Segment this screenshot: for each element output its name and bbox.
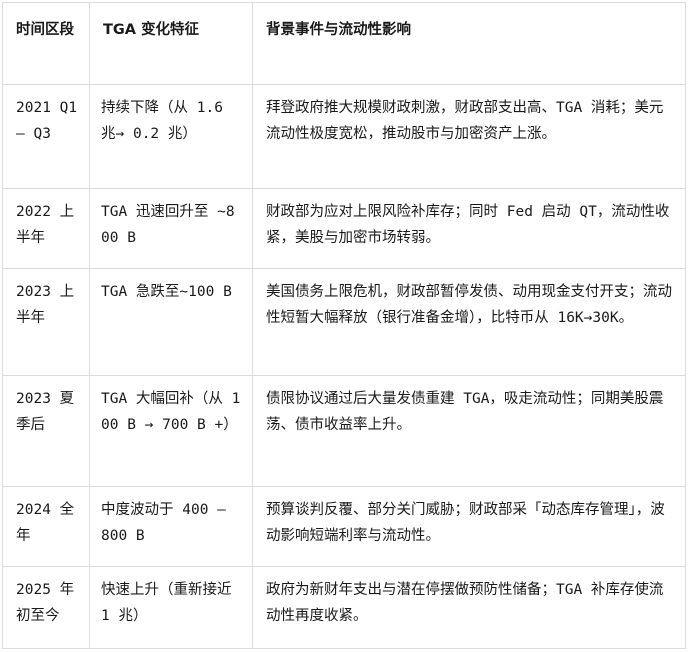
cell-period: 2023 上半年 — [2, 268, 90, 376]
cell-period: 2024 全年 — [2, 486, 90, 567]
table-row: 2023 夏季后 TGA 大幅回补（从 100 B → 700 B +） 债限协… — [2, 375, 686, 487]
header-tga: TGA 变化特征 — [89, 2, 253, 85]
cell-tga: 快速上升（重新接近 1 兆） — [89, 566, 253, 649]
table-header-row: 时间区段 TGA 变化特征 背景事件与流动性影响 — [2, 2, 686, 85]
cell-impact: 预算谈判反覆、部分关门威胁；财政部采「动态库存管理」，波动影响短端利率与流动性。 — [252, 486, 686, 567]
header-impact: 背景事件与流动性影响 — [252, 2, 686, 85]
header-period: 时间区段 — [2, 2, 90, 85]
cell-tga: TGA 迅速回升至 ~800 B — [89, 188, 253, 269]
tga-table: 时间区段 TGA 变化特征 背景事件与流动性影响 2021 Q1 – Q3 持续… — [2, 2, 686, 649]
cell-tga: 持续下降（从 1.6 兆→ 0.2 兆） — [89, 84, 253, 189]
table-row: 2021 Q1 – Q3 持续下降（从 1.6 兆→ 0.2 兆） 拜登政府推大… — [2, 84, 686, 189]
table-container: 时间区段 TGA 变化特征 背景事件与流动性影响 2021 Q1 – Q3 持续… — [2, 2, 686, 649]
cell-period: 2025 年初至今 — [2, 566, 90, 649]
table-row: 2024 全年 中度波动于 400 – 800 B 预算谈判反覆、部分关门威胁；… — [2, 486, 686, 567]
table-row: 2023 上半年 TGA 急跌至~100 B 美国债务上限危机，财政部暂停发债、… — [2, 268, 686, 376]
cell-period: 2021 Q1 – Q3 — [2, 84, 90, 189]
cell-period: 2023 夏季后 — [2, 375, 90, 487]
cell-impact: 财政部为应对上限风险补库存；同时 Fed 启动 QT，流动性收紧，美股与加密市场… — [252, 188, 686, 269]
cell-impact: 拜登政府推大规模财政刺激，财政部支出高、TGA 消耗；美元流动性极度宽松，推动股… — [252, 84, 686, 189]
cell-impact: 美国债务上限危机，财政部暂停发债、动用现金支付开支；流动性短暂大幅释放（银行准备… — [252, 268, 686, 376]
cell-impact: 债限协议通过后大量发债重建 TGA，吸走流动性；同期美股震荡、债市收益率上升。 — [252, 375, 686, 487]
cell-impact: 政府为新财年支出与潜在停摆做预防性储备；TGA 补库存使流动性再度收紧。 — [252, 566, 686, 649]
table-row: 2022 上半年 TGA 迅速回升至 ~800 B 财政部为应对上限风险补库存；… — [2, 188, 686, 269]
cell-tga: TGA 大幅回补（从 100 B → 700 B +） — [89, 375, 253, 487]
cell-tga: 中度波动于 400 – 800 B — [89, 486, 253, 567]
cell-tga: TGA 急跌至~100 B — [89, 268, 253, 376]
cell-period: 2022 上半年 — [2, 188, 90, 269]
table-row: 2025 年初至今 快速上升（重新接近 1 兆） 政府为新财年支出与潜在停摆做预… — [2, 566, 686, 649]
